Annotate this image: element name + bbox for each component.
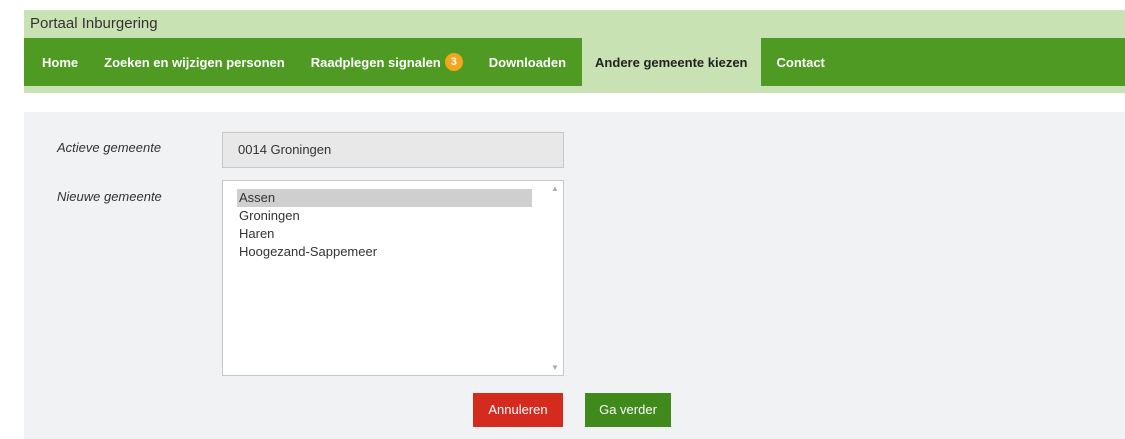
form-panel: Actieve gemeente 0014 Groningen Nieuwe g…	[24, 112, 1125, 439]
portal-title: Portaal Inburgering	[30, 15, 158, 32]
nav-contact[interactable]: Contact	[764, 38, 838, 86]
cancel-button[interactable]: Annuleren	[473, 393, 563, 427]
option-hoogezand-sappemeer[interactable]: Hoogezand-Sappemeer	[237, 243, 532, 261]
scroll-down-arrow-icon[interactable]: ▼	[551, 363, 559, 372]
nav-underline	[24, 86, 1125, 93]
main-nav: Home Zoeken en wijzigen personen Raadple…	[24, 38, 1125, 86]
nav-signals[interactable]: Raadplegen signalen 3	[298, 38, 476, 86]
continue-button[interactable]: Ga verder	[585, 393, 671, 427]
option-groningen[interactable]: Groningen	[237, 207, 532, 225]
nav-signals-label: Raadplegen signalen	[310, 54, 441, 70]
signals-count-badge: 3	[444, 53, 463, 71]
listbox-scrollbar[interactable]: ▲ ▼	[547, 181, 563, 375]
active-municipality-label: Actieve gemeente	[57, 140, 162, 155]
nav-search-persons[interactable]: Zoeken en wijzigen personen	[91, 38, 298, 86]
active-municipality-field: 0014 Groningen	[222, 132, 564, 168]
nav-change-municipality[interactable]: Andere gemeente kiezen	[582, 38, 761, 86]
option-haren[interactable]: Haren	[237, 225, 532, 243]
new-municipality-label: Nieuwe gemeente	[57, 189, 162, 204]
portal-title-bar: Portaal Inburgering	[24, 10, 1125, 38]
new-municipality-listbox[interactable]: Assen Groningen Haren Hoogezand-Sappemee…	[222, 180, 564, 376]
scroll-up-arrow-icon[interactable]: ▲	[551, 184, 559, 193]
nav-home[interactable]: Home	[29, 38, 91, 86]
option-assen[interactable]: Assen	[237, 189, 532, 207]
nav-downloads[interactable]: Downloaden	[476, 38, 579, 86]
